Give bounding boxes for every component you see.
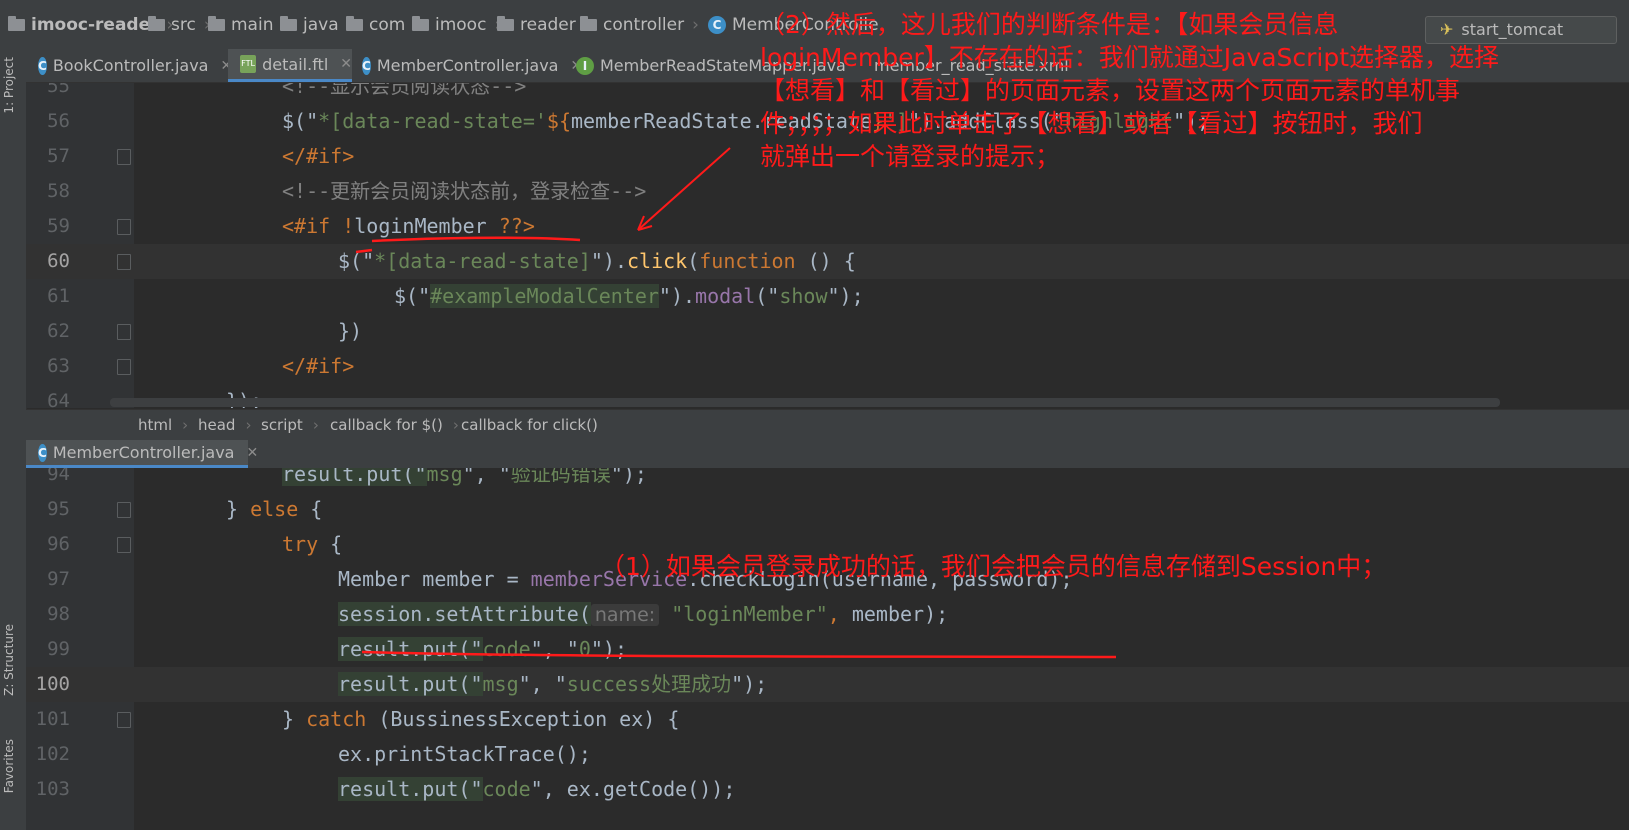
annotation-top: （2）然后，这儿我们的判断条件是：【如果会员信息 loginMember】不存在…	[760, 10, 1500, 171]
annotation-bottom: （1）如果会员登录成功的话，我们会把会员的信息存储到Session中；	[600, 552, 1387, 581]
mark-not-operator	[355, 248, 373, 254]
underline-set-attribute	[361, 650, 1117, 659]
arrow-to-condition	[637, 147, 731, 231]
underline-login-member	[371, 236, 581, 243]
